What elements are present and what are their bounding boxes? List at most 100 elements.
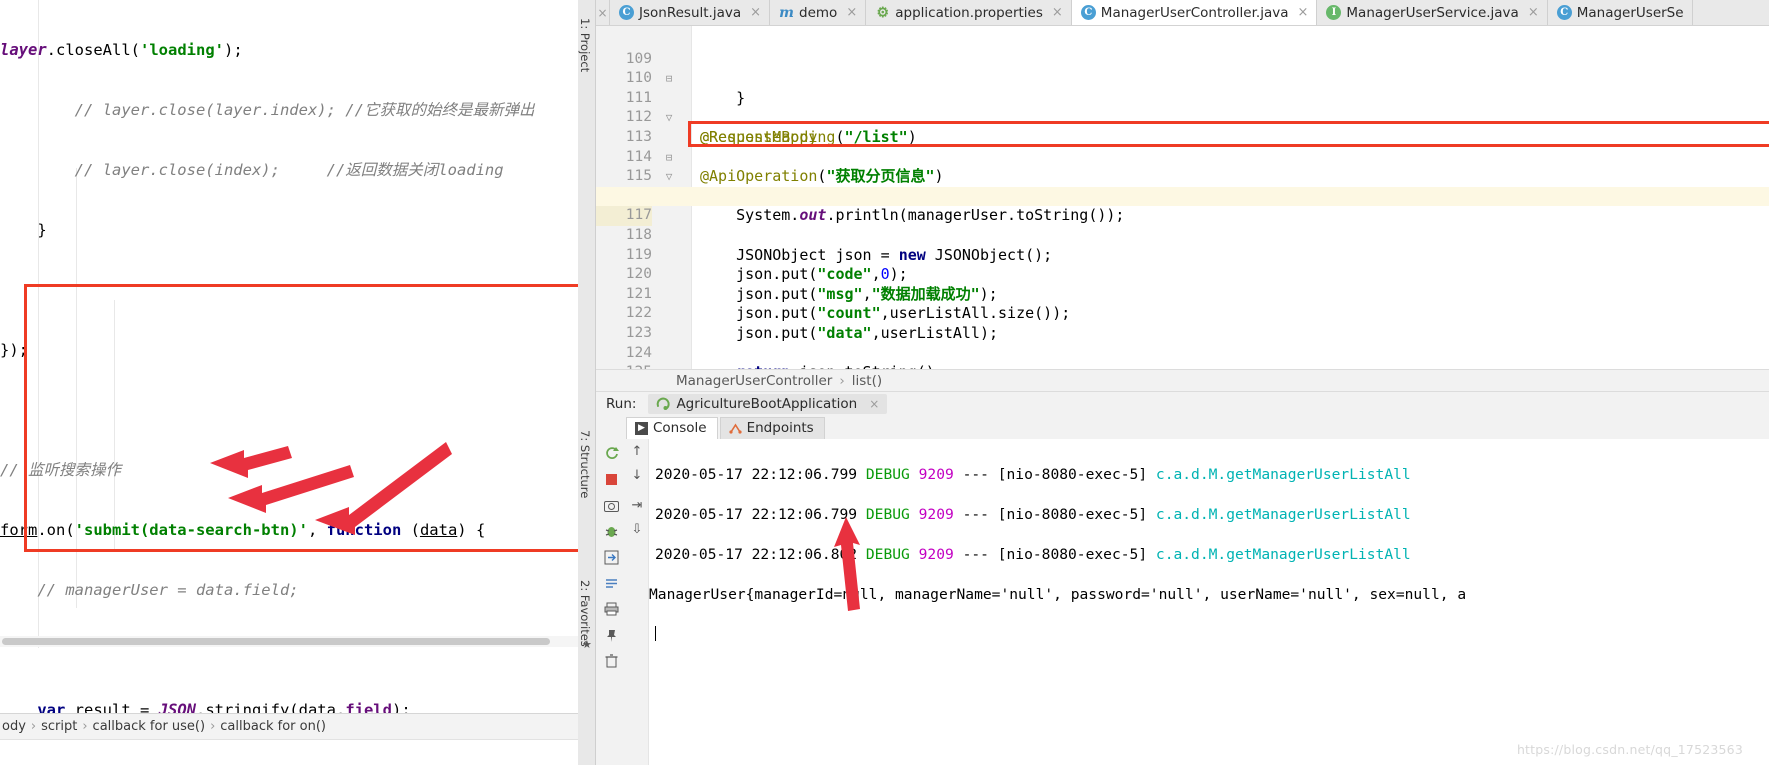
code-line: 110	[596, 50, 1769, 86]
breadcrumb-separator: ›	[82, 719, 88, 734]
console-line: ManagerUser{managerId=null, managerName=…	[649, 585, 1769, 605]
editor-tab-jsonresult[interactable]: C JsonResult.java ×	[610, 0, 771, 25]
editor-tab-label: demo	[799, 4, 838, 21]
code-line: 121 json.put("count",userListAll.size())…	[596, 265, 1769, 323]
code-line: layer.closeAll('loading');	[0, 41, 243, 59]
breadcrumb-item-body[interactable]: ody	[2, 719, 26, 734]
bug-icon[interactable]	[603, 523, 619, 539]
breadcrumb-item-callback-on[interactable]: callback for on()	[220, 719, 326, 734]
breadcrumb-item-script[interactable]: script	[41, 719, 77, 734]
devtools-bottom-strip	[0, 739, 578, 765]
log-level: DEBUG	[865, 466, 910, 483]
editor-tab-manageruserservice[interactable]: I ManagerUserService.java ×	[1317, 0, 1548, 25]
log-pid: 9209	[918, 546, 954, 563]
soft-wrap-icon[interactable]: ⇥	[632, 498, 643, 513]
code-line: 109 ⊟ }	[596, 30, 1769, 107]
console-icon: ▶	[635, 421, 648, 435]
code-line: 124 return json.toString();	[596, 324, 1769, 370]
code-line: // layer.close(index); //返回数据关闭loading	[0, 161, 504, 179]
editor-breadcrumb[interactable]: ManagerUserController › list()	[596, 369, 1769, 392]
console-output[interactable]: 2020-05-17 22:12:06.799 DEBUG 9209 --- […	[648, 439, 1769, 765]
intellij-window: × C JsonResult.java × m demo × ⚙ applica…	[596, 0, 1769, 765]
trash-icon[interactable]	[603, 653, 619, 669]
java-class-icon: C	[1556, 5, 1572, 20]
horizontal-scrollbar[interactable]	[0, 636, 578, 647]
close-icon[interactable]: ×	[846, 5, 857, 20]
export-icon[interactable]	[603, 549, 619, 565]
breadcrumb-class[interactable]: ManagerUserController	[676, 373, 832, 389]
text-caret	[655, 626, 656, 641]
run-label: Run:	[606, 395, 637, 412]
code-line: // managerUser = data.field;	[0, 581, 299, 599]
print-icon[interactable]	[603, 601, 619, 617]
close-icon[interactable]: ×	[1298, 5, 1309, 20]
tab-console[interactable]: ▶ Console	[626, 417, 718, 439]
log-thread: [nio-8080-exec-5]	[997, 506, 1148, 523]
close-icon[interactable]: ×	[1052, 5, 1063, 20]
run-window-tabs: ▶ Console Endpoints	[596, 415, 1769, 439]
code-line: 120 json.put("msg","数据加载成功");	[596, 246, 1769, 303]
code-line: 112 @RequestMapping("/list")	[596, 89, 1769, 146]
java-editor[interactable]: 109 ⊟ } 110 111 ▽ @ResponseBody 112 @Req…	[596, 26, 1769, 369]
screenshot-root: layer.closeAll('loading'); // layer.clos…	[0, 0, 1769, 765]
log-timestamp: 2020-05-17 22:12:06.799	[655, 466, 858, 483]
breadcrumb-method[interactable]: list()	[852, 373, 882, 389]
console-line: 2020-05-17 22:12:06.799 DEBUG 9209 --- […	[655, 465, 1769, 485]
code-line: // layer.close(layer.index); //它获取的始终是最新…	[0, 101, 535, 119]
editor-tab-label: ManagerUserService.java	[1346, 4, 1519, 21]
code-line: 117	[596, 186, 1769, 226]
java-interface-icon: I	[1326, 5, 1342, 20]
editor-tab-managerusercontroller[interactable]: C ManagerUserController.java ×	[1071, 0, 1318, 25]
tab-endpoints[interactable]: Endpoints	[719, 417, 825, 439]
console-navigation-column: ↑ ↓ ⇥ ⇩	[626, 439, 648, 765]
editor-tab-application-properties[interactable]: ⚙ application.properties ×	[866, 0, 1072, 25]
code-line: 116 System.out.println(managerUser.toStr…	[596, 167, 1769, 225]
close-icon[interactable]: ×	[596, 0, 610, 25]
close-icon[interactable]: ×	[750, 5, 761, 20]
scroll-down-icon[interactable]: ↓	[632, 468, 643, 483]
log-level: DEBUG	[865, 506, 910, 523]
close-icon[interactable]: ×	[1528, 5, 1539, 20]
align-icon[interactable]: ⇩	[632, 522, 643, 537]
scroll-end-icon[interactable]	[603, 575, 619, 591]
code-line: 113 ⊟ @ApiOperation("获取分页信息")	[596, 108, 1769, 185]
log-tostring-output: ManagerUser{managerId=null, managerName=…	[649, 586, 1467, 603]
breadcrumb-separator: ›	[30, 719, 37, 734]
log-level: DEBUG	[865, 546, 910, 563]
code-line: 125 ⊟ }	[596, 344, 1769, 369]
rerun-icon[interactable]	[603, 445, 619, 461]
endpoints-icon	[728, 423, 742, 434]
star-icon[interactable]: ★	[582, 638, 592, 651]
devtools-breadcrumb[interactable]: ody › script › callback for use() › call…	[0, 713, 578, 739]
editor-tab-demo[interactable]: m demo ×	[770, 0, 867, 25]
code-line: // 监听搜索操作	[0, 461, 121, 479]
code-line: });	[0, 341, 28, 359]
run-window-header: Run: AgricultureBootApplication ×	[596, 392, 1769, 415]
tool-window-strip-left: 1: Project 7: Structure 2: Favorites ★	[578, 0, 596, 765]
log-timestamp: 2020-05-17 22:12:06.799	[655, 506, 858, 523]
editor-tab-label: ManagerUserSe	[1576, 4, 1684, 21]
camera-icon[interactable]	[603, 497, 619, 513]
project-tool-label[interactable]: 1: Project	[578, 18, 592, 72]
run-configuration-tab[interactable]: AgricultureBootApplication ×	[648, 393, 888, 414]
scroll-up-icon[interactable]: ↑	[632, 444, 643, 459]
log-timestamp: 2020-05-17 22:12:06.802	[655, 546, 858, 563]
devtools-source-panel: layer.closeAll('loading'); // layer.clos…	[0, 0, 578, 765]
log-separator: ---	[962, 506, 989, 523]
scrollbar-thumb[interactable]	[2, 638, 550, 645]
structure-tool-label[interactable]: 7: Structure	[578, 430, 592, 498]
code-line: form.on('submit(data-search-btn)', funct…	[0, 521, 486, 539]
editor-tab-manageruserservice-impl[interactable]: C ManagerUserSe	[1547, 0, 1693, 25]
pin-icon[interactable]	[603, 627, 619, 643]
favorites-tool-label[interactable]: 2: Favorites	[578, 580, 592, 647]
log-pid: 9209	[918, 506, 954, 523]
devtools-code-area[interactable]: layer.closeAll('loading'); // layer.clos…	[0, 0, 578, 765]
breadcrumb-item-callback-use[interactable]: callback for use()	[93, 719, 206, 734]
close-icon[interactable]: ×	[869, 397, 879, 411]
editor-tab-label: JsonResult.java	[639, 4, 742, 21]
stop-icon[interactable]	[603, 471, 619, 487]
editor-tab-label: application.properties	[895, 4, 1043, 21]
log-thread: [nio-8080-exec-5]	[997, 466, 1148, 483]
